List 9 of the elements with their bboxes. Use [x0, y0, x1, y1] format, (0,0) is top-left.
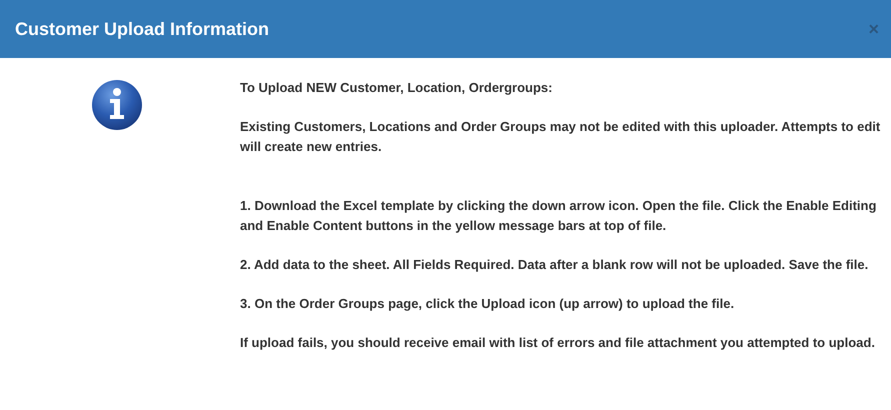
instruction-text: If upload fails, you should receive email with list of errors and file attachment you attempted to upload. [240, 334, 876, 352]
instruction-text: 3. On the Order Groups page, click the Upload icon (up arrow) to upload the file. [240, 295, 736, 313]
instruction-text: 1. Download the Excel template by clicking the down arrow icon. Open the file. Click the Enable Editing and Enable Content buttons in the yellow message bars at top of file. [240, 197, 878, 235]
instruction-text: To Upload NEW Customer, Location, Ordergroups: [240, 79, 554, 97]
instruction-text: 2. Add data to the sheet. All Fields Required. Data after a blank row will not be uploaded. Save the file. [240, 256, 870, 274]
close-button[interactable]: × [868, 18, 879, 40]
instruction-text: Existing Customers, Locations and Order Groups may not be edited with this uploader. Attempts to edit will create new entries. [240, 118, 882, 156]
info-icon [91, 79, 143, 131]
dialog-title: Customer Upload Information [15, 18, 270, 40]
